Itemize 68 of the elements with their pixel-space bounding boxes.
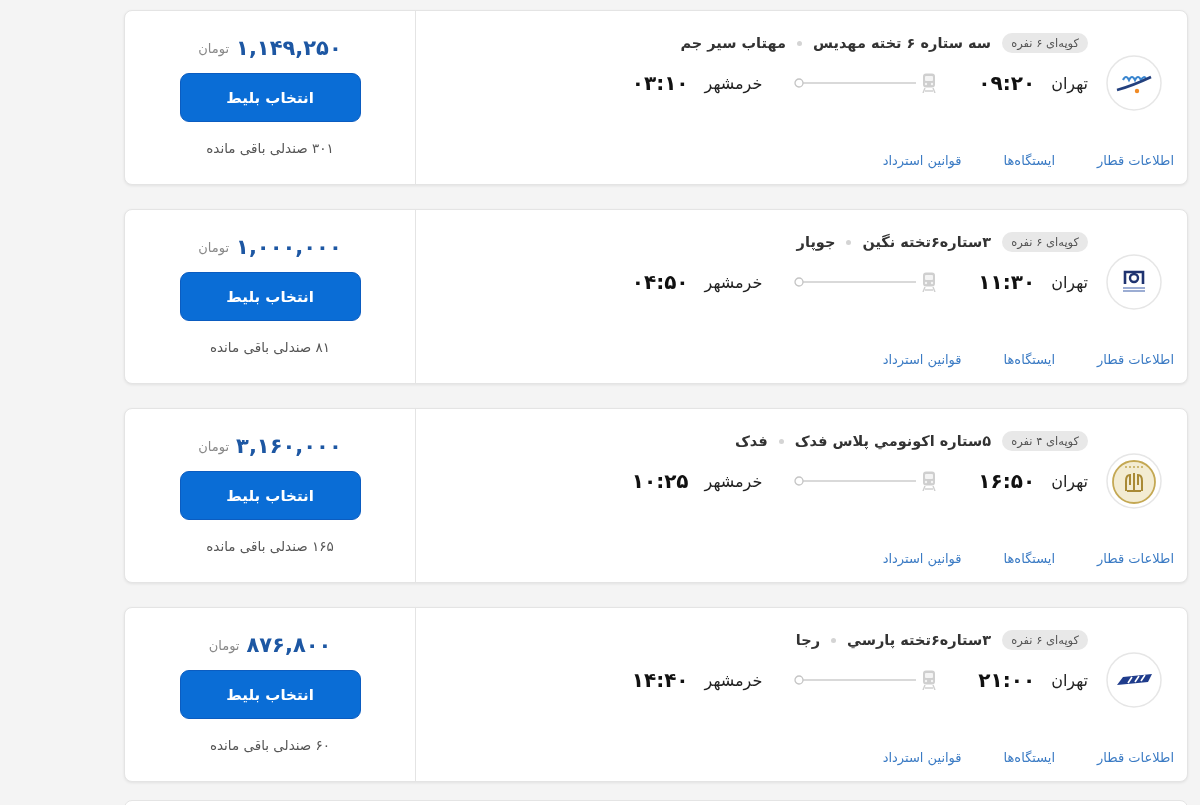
price-currency: تومان: [198, 40, 230, 56]
refund-rules-link[interactable]: قوانین استرداد: [882, 352, 962, 367]
destination-city: خرمشهر: [704, 471, 763, 491]
train-name: ۵ستاره اکونومي پلاس فدک: [794, 433, 992, 449]
origin-city: تهران: [1051, 670, 1088, 690]
coach-type-badge: کوپه‌ای ۶ نفره: [1002, 33, 1088, 53]
seats-remaining: ۳۰۱ صندلی باقی مانده: [206, 140, 334, 156]
train-name: سه ستاره ۶ تخته مهدیس: [813, 35, 992, 51]
destination-city: خرمشهر: [704, 272, 763, 292]
origin-city: تهران: [1051, 272, 1088, 292]
departure-time: ۲۱:۰۰: [978, 668, 1036, 692]
seats-remaining: ۶۰ صندلی باقی مانده: [209, 737, 331, 753]
select-ticket-button[interactable]: انتخاب بلیط: [179, 272, 361, 321]
stations-link[interactable]: ایستگاه‌ها: [1003, 153, 1056, 168]
company-name: مهتاب سیر جم: [680, 35, 786, 51]
arrival-time: ۰۳:۱۰: [631, 71, 689, 95]
stations-link[interactable]: ایستگاه‌ها: [1003, 750, 1056, 765]
dot-icon: [778, 438, 784, 444]
departure-time: ۱۶:۵۰: [978, 469, 1036, 493]
train-info-link[interactable]: اطلاعات قطار: [1097, 750, 1174, 765]
train-info-link[interactable]: اطلاعات قطار: [1097, 551, 1174, 566]
select-ticket-button[interactable]: انتخاب بلیط: [179, 670, 361, 719]
swoosh-logo-icon: [1106, 55, 1162, 111]
price-amount: ۳,۱۶۰,۰۰۰: [236, 434, 342, 458]
destination-city: خرمشهر: [704, 73, 763, 93]
dot-icon: [846, 239, 852, 245]
company-name: فدک: [735, 433, 768, 449]
train-name: ۳ستاره۶تخته نگین: [862, 234, 992, 250]
select-ticket-button[interactable]: انتخاب بلیط: [179, 73, 361, 122]
company-name: جوپار: [796, 234, 836, 250]
dot-icon: [831, 637, 837, 643]
seats-remaining: ۸۱ صندلی باقی مانده: [209, 339, 331, 355]
refund-rules-link[interactable]: قوانین استرداد: [882, 153, 962, 168]
coach-type-badge: کوپه‌ای ۶ نفره: [1002, 630, 1088, 650]
departure-time: ۰۹:۲۰: [978, 71, 1036, 95]
train-icon: [922, 73, 937, 93]
origin-city: تهران: [1051, 471, 1088, 491]
train-name: ۳ستاره۶تخته پارسي: [847, 632, 992, 648]
stations-link[interactable]: ایستگاه‌ها: [1003, 551, 1056, 566]
arrival-time: ۱۰:۲۵: [631, 469, 689, 493]
select-ticket-button[interactable]: انتخاب بلیط: [179, 471, 361, 520]
company-name: رجا: [795, 632, 821, 648]
price-amount: ۱,۱۴۹,۲۵۰: [236, 36, 342, 60]
train-icon: [922, 272, 937, 292]
stations-link[interactable]: ایستگاه‌ها: [1003, 352, 1056, 367]
price-currency: تومان: [198, 438, 230, 454]
dot-icon: [797, 40, 802, 46]
refund-rules-link[interactable]: قوانین استرداد: [882, 551, 962, 566]
square-logo-icon: [1106, 254, 1162, 310]
train-info-link[interactable]: اطلاعات قطار: [1097, 153, 1174, 168]
arrival-time: ۱۴:۴۰: [631, 668, 689, 692]
refund-rules-link[interactable]: قوانین استرداد: [882, 750, 962, 765]
seats-remaining: ۱۶۵ صندلی باقی مانده: [206, 538, 334, 554]
destination-city: خرمشهر: [704, 670, 763, 690]
arrival-time: ۰۴:۵۰: [631, 270, 689, 294]
emblem-logo-icon: [1106, 453, 1162, 509]
train-icon: [922, 670, 937, 690]
origin-city: تهران: [1051, 73, 1088, 93]
train-icon: [922, 471, 937, 491]
stripes-logo-icon: [1106, 652, 1162, 708]
coach-type-badge: کوپه‌ای ۴ نفره: [1002, 431, 1088, 451]
price-currency: تومان: [208, 637, 240, 653]
price-amount: ۸۷۶,۸۰۰: [246, 633, 332, 657]
coach-type-badge: کوپه‌ای ۶ نفره: [1002, 232, 1088, 252]
price-currency: تومان: [198, 239, 230, 255]
train-info-link[interactable]: اطلاعات قطار: [1097, 352, 1174, 367]
price-amount: ۱,۰۰۰,۰۰۰: [236, 235, 342, 259]
departure-time: ۱۱:۳۰: [978, 270, 1036, 294]
